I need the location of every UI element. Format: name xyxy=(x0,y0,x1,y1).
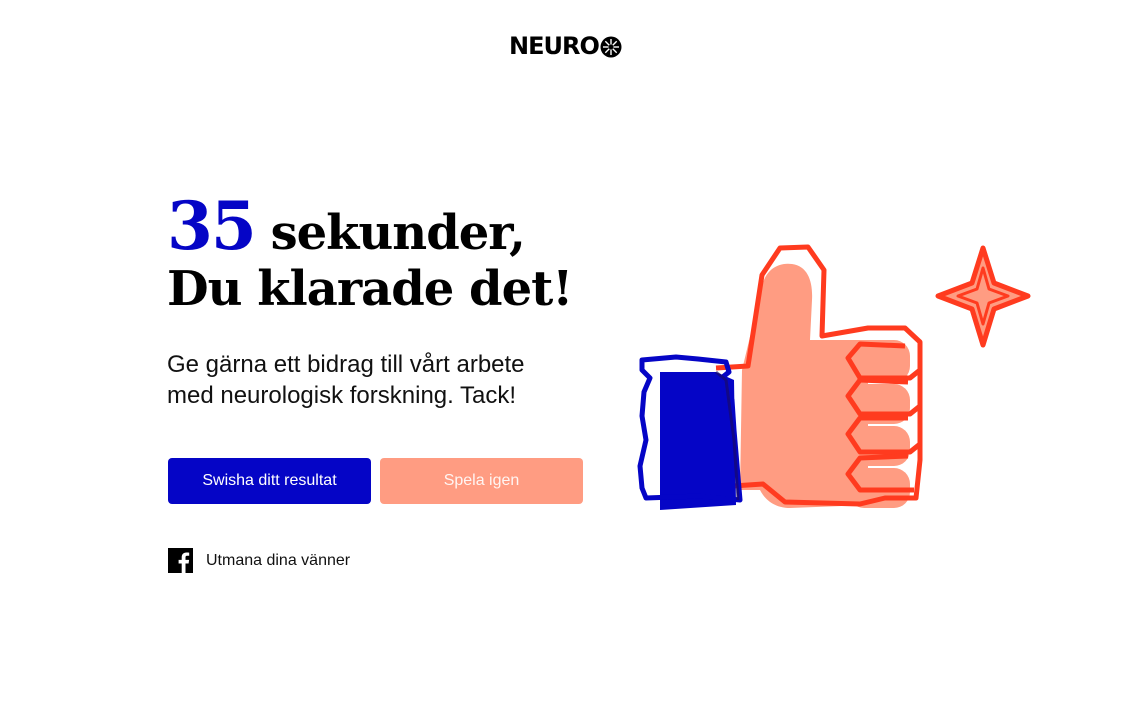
result-unit: sekunder, xyxy=(270,205,526,261)
donation-subtitle: Ge gärna ett bidrag till vårt arbete med… xyxy=(167,351,525,409)
result-headline: 35 sekunder, Du klarade det! xyxy=(167,193,607,317)
result-line-time: 35 sekunder, xyxy=(167,193,607,261)
play-again-button[interactable]: Spela igen xyxy=(380,458,583,504)
thumbs-up-illustration xyxy=(637,244,1031,510)
neuro-logo[interactable]: NEURO xyxy=(509,32,622,60)
thumbs-up-icon xyxy=(637,244,923,510)
challenge-friends-label: Utmana dina vänner xyxy=(206,551,351,569)
swish-result-button[interactable]: Swisha ditt resultat xyxy=(168,458,371,504)
challenge-friends-link[interactable]: Utmana dina vänner xyxy=(168,548,350,573)
result-message: Du klarade det! xyxy=(167,261,573,317)
logo-text: NEURO xyxy=(509,32,600,60)
sparkle-icon xyxy=(935,245,1031,348)
logo-burst-icon xyxy=(600,36,622,57)
result-seconds: 35 xyxy=(167,187,257,265)
facebook-icon xyxy=(168,548,193,573)
